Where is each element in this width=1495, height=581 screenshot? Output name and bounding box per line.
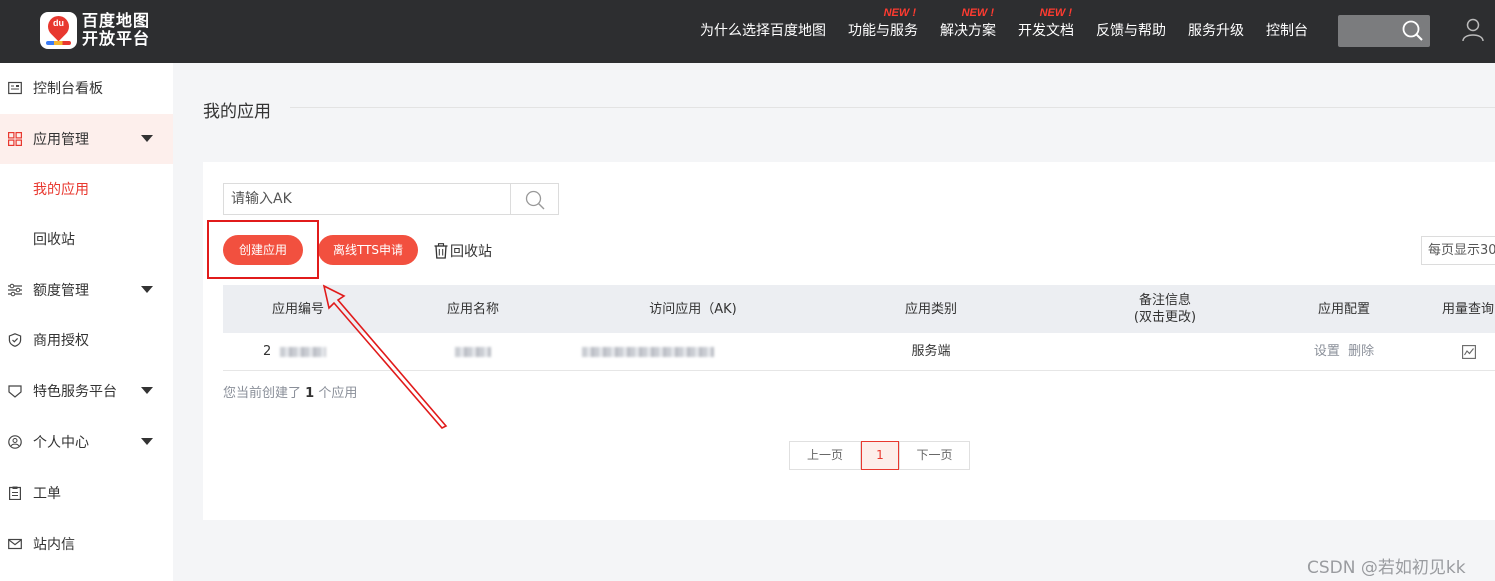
column-header: 备注信息 (双击更改)	[1133, 293, 1197, 325]
redacted-text	[582, 346, 714, 357]
heart-badge-icon	[8, 385, 22, 398]
app-remark-cell[interactable]	[1105, 333, 1225, 371]
sidebar-item-tickets[interactable]: 工单	[0, 468, 173, 518]
sidebar-item-featured-services[interactable]: 特色服务平台	[0, 366, 173, 416]
caret-down-icon	[141, 387, 153, 394]
sidebar-item-recycle-bin[interactable]: 回收站	[0, 214, 173, 264]
ak-search-button[interactable]	[510, 183, 559, 215]
sidebar-item-label: 应用管理	[33, 132, 89, 148]
sidebar-item-label: 控制台看板	[33, 81, 103, 97]
table-row: 2 服务端 设置 删除	[223, 333, 1495, 371]
column-header: 应用配置	[1317, 301, 1370, 317]
column-header: 应用类别	[904, 301, 957, 317]
redacted-text	[455, 346, 491, 357]
nav-item-solutions[interactable]: 解决方案 NEW !	[940, 0, 996, 63]
trash-icon	[434, 243, 448, 259]
column-header: 访问应用（AK)	[649, 301, 737, 317]
sidebar-item-messages[interactable]: 站内信	[0, 519, 173, 569]
prev-page-button[interactable]: 上一页	[789, 441, 861, 470]
grid-icon	[8, 132, 22, 146]
baidu-map-logo-icon: du	[40, 11, 77, 49]
sidebar-item-my-apps[interactable]: 我的应用	[0, 164, 173, 214]
recycle-bin-link[interactable]: 回收站	[434, 241, 492, 261]
delete-link[interactable]: 删除	[1348, 344, 1374, 359]
new-badge: NEW !	[961, 7, 994, 19]
top-search-input[interactable]	[1338, 15, 1430, 47]
nav-item-why-baidu[interactable]: 为什么选择百度地图	[700, 0, 826, 63]
next-page-button[interactable]: 下一页	[899, 441, 970, 470]
app-count-text: 您当前创建了 1 个应用	[223, 386, 358, 401]
offline-tts-apply-button[interactable]: 离线TTS申请	[318, 235, 418, 265]
usage-query-cell	[1458, 333, 1480, 371]
page-title: 我的应用	[203, 102, 271, 122]
page-number-current[interactable]: 1	[861, 441, 899, 470]
column-header: 应用编号	[271, 301, 324, 317]
sidebar-item-quota[interactable]: 额度管理	[0, 265, 173, 315]
mail-icon	[8, 538, 22, 550]
chart-icon[interactable]	[1462, 344, 1476, 359]
nav-item-feedback[interactable]: 反馈与帮助	[1096, 0, 1166, 63]
brand-logo[interactable]: du 百度地图 开放平台	[40, 10, 155, 50]
watermark-text: CSDN @若如初见kk	[1307, 558, 1466, 578]
sidebar-item-label: 我的应用	[33, 182, 89, 198]
caret-down-icon	[141, 438, 153, 445]
column-header: 用量查询	[1441, 301, 1494, 317]
new-badge: NEW !	[883, 7, 916, 19]
nav-item-docs[interactable]: 开发文档 NEW !	[1018, 0, 1074, 63]
column-header: 应用名称	[446, 301, 499, 317]
app-category-cell: 服务端	[911, 344, 951, 359]
sliders-icon	[8, 283, 22, 297]
sidebar-item-label: 站内信	[33, 537, 75, 553]
nav-item-features[interactable]: 功能与服务 NEW !	[848, 0, 918, 63]
sidebar-item-label: 工单	[33, 486, 61, 502]
user-circle-icon	[8, 435, 22, 449]
user-icon[interactable]	[1462, 18, 1484, 42]
redacted-text	[280, 346, 327, 357]
settings-link[interactable]: 设置	[1314, 344, 1340, 359]
sidebar-item-label: 特色服务平台	[33, 384, 117, 400]
sidebar-item-app-management[interactable]: 应用管理	[0, 114, 173, 164]
brand-name: 百度地图 开放平台	[82, 11, 151, 48]
top-navbar: du 百度地图 开放平台 为什么选择百度地图 功能与服务 NEW ! 解决方案 NE…	[0, 0, 1495, 63]
app-id-cell: 2	[263, 333, 333, 371]
shield-icon	[8, 333, 22, 347]
table-header: 应用编号 应用名称 访问应用（AK) 应用类别 备注信息 (双击更改) 应用配置…	[223, 285, 1495, 333]
nav-item-upgrade[interactable]: 服务升级	[1188, 0, 1244, 63]
title-divider	[290, 107, 1495, 108]
sidebar-item-label: 回收站	[33, 232, 75, 248]
main-nav: 为什么选择百度地图 功能与服务 NEW ! 解决方案 NEW ! 开发文档 NEW !…	[700, 0, 1330, 63]
per-page-select[interactable]: 每页显示30	[1421, 236, 1495, 265]
app-name-cell	[453, 333, 493, 371]
nav-item-console[interactable]: 控制台	[1266, 0, 1308, 63]
sidebar-item-commercial-license[interactable]: 商用授权	[0, 315, 173, 365]
recycle-bin-label: 回收站	[450, 244, 492, 260]
new-badge: NEW !	[1039, 7, 1072, 19]
ak-search-input[interactable]: 请输入AK	[223, 183, 511, 215]
caret-down-icon	[141, 286, 153, 293]
app-config-cell: 设置 删除	[1284, 333, 1404, 371]
sidebar-item-label: 额度管理	[33, 283, 89, 299]
sidebar-item-profile[interactable]: 个人中心	[0, 417, 173, 467]
search-icon	[525, 190, 545, 210]
app-ak-cell[interactable]	[578, 333, 718, 371]
caret-down-icon	[141, 135, 153, 142]
dashboard-icon	[8, 81, 22, 95]
clipboard-icon	[9, 486, 22, 500]
sidebar: 控制台看板 应用管理 我的应用 回收站 额度管理 商用授权 特色服务平台 个人中…	[0, 63, 173, 581]
sidebar-item-label: 商用授权	[33, 333, 89, 349]
sidebar-item-label: 个人中心	[33, 435, 89, 451]
annotation-highlight-box	[207, 220, 319, 279]
sidebar-item-dashboard[interactable]: 控制台看板	[0, 63, 173, 113]
search-icon[interactable]	[1402, 20, 1424, 42]
